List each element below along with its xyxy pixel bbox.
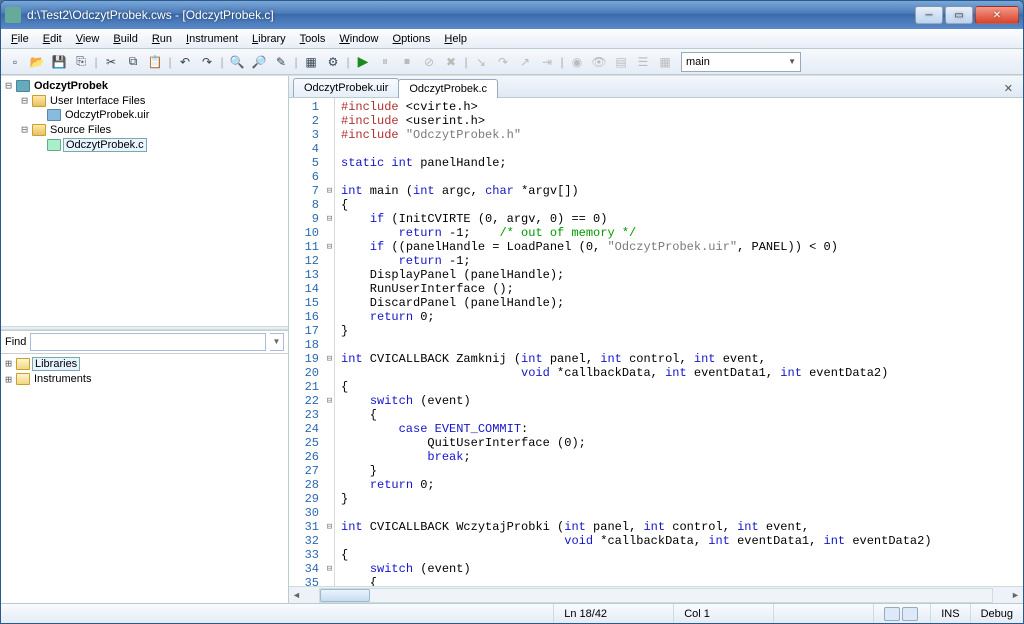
separator: | xyxy=(559,52,565,72)
find-row: Find ▼ xyxy=(1,330,288,353)
menu-help[interactable]: Help xyxy=(438,31,473,47)
tree-src-folder[interactable]: ⊟Source Files xyxy=(3,122,286,137)
status-line: Ln 18/42 xyxy=(553,604,673,623)
variables-icon[interactable]: ▤ xyxy=(611,52,631,72)
line-gutter: 1234567891011121314151617181920212223242… xyxy=(289,98,325,586)
menu-build[interactable]: Build xyxy=(107,31,143,47)
editor-tabs: OdczytProbek.uir OdczytProbek.c ✕ xyxy=(289,76,1023,98)
menu-tools[interactable]: Tools xyxy=(294,31,332,47)
chevron-down-icon: ▼ xyxy=(788,57,796,66)
menu-view[interactable]: View xyxy=(70,31,106,47)
separator: | xyxy=(293,52,299,72)
save-icon[interactable]: 💾 xyxy=(49,52,69,72)
cut-icon[interactable]: ✂ xyxy=(101,52,121,72)
tree-libraries[interactable]: ⊞Libraries xyxy=(3,356,286,372)
saveall-icon[interactable]: ⎘ xyxy=(71,52,91,72)
status-mode[interactable]: Debug xyxy=(970,604,1023,623)
project-tree[interactable]: ⊟OdczytProbek ⊟User Interface Files Odcz… xyxy=(1,76,288,326)
tree-c-file[interactable]: OdczytProbek.c xyxy=(3,137,286,153)
tab-uir[interactable]: OdczytProbek.uir xyxy=(293,78,399,97)
open-icon[interactable]: 📂 xyxy=(27,52,47,72)
code-area[interactable]: #include <cvirte.h>#include <userint.h>#… xyxy=(335,98,1023,586)
findnext-icon[interactable]: 🔎 xyxy=(249,52,269,72)
run-icon[interactable]: ▶ xyxy=(353,52,373,72)
redo-icon[interactable]: ↷ xyxy=(197,52,217,72)
titlebar[interactable]: d:\Test2\OdczytProbek.cws - [OdczytProbe… xyxy=(1,1,1023,29)
scroll-right-icon[interactable]: ► xyxy=(1008,590,1023,600)
tab-c[interactable]: OdczytProbek.c xyxy=(398,79,498,98)
build-icon[interactable]: ▦ xyxy=(301,52,321,72)
new-icon[interactable]: ▫ xyxy=(5,52,25,72)
paste-icon[interactable]: 📋 xyxy=(145,52,165,72)
horizontal-scrollbar[interactable]: ◄ ► xyxy=(289,586,1023,603)
stepout-icon[interactable]: ↗ xyxy=(515,52,535,72)
tree-instruments[interactable]: ⊞Instruments xyxy=(3,372,286,387)
undo-icon[interactable]: ↶ xyxy=(175,52,195,72)
fold-column[interactable]: ⊟⊟⊟⊟⊟⊟⊟ xyxy=(325,98,335,586)
find-icon[interactable]: 🔍 xyxy=(227,52,247,72)
breakpoint-icon[interactable]: ◉ xyxy=(567,52,587,72)
app-icon xyxy=(5,7,21,23)
separator: | xyxy=(167,52,173,72)
maximize-button[interactable]: ▭ xyxy=(945,6,973,24)
window-title: d:\Test2\OdczytProbek.cws - [OdczytProbe… xyxy=(27,8,915,22)
editor-panel: OdczytProbek.uir OdczytProbek.c ✕ 123456… xyxy=(289,76,1023,603)
separator: | xyxy=(345,52,351,72)
separator: | xyxy=(93,52,99,72)
find-input[interactable] xyxy=(30,333,266,351)
terminate-icon[interactable]: ✖ xyxy=(441,52,461,72)
toolbar: ▫ 📂 💾 ⎘ | ✂ ⧉ 📋 | ↶ ↷ | 🔍 🔎 ✎ | ▦ ⚙ | ▶ … xyxy=(1,49,1023,75)
library-tree[interactable]: ⊞Libraries ⊞Instruments xyxy=(1,353,288,604)
close-button[interactable]: ✕ xyxy=(975,6,1019,24)
copy-icon[interactable]: ⧉ xyxy=(123,52,143,72)
abort-icon[interactable]: ⊘ xyxy=(419,52,439,72)
bookmark-icon[interactable]: ✎ xyxy=(271,52,291,72)
tree-uir-file[interactable]: OdczytProbek.uir xyxy=(3,108,286,122)
menu-options[interactable]: Options xyxy=(387,31,437,47)
menu-instrument[interactable]: Instrument xyxy=(180,31,244,47)
menu-library[interactable]: Library xyxy=(246,31,292,47)
status-bar: Ln 18/42 Col 1 INS Debug xyxy=(1,603,1023,623)
function-combo-value: main xyxy=(686,56,710,68)
pause-icon[interactable]: ⏸ xyxy=(375,52,395,72)
scroll-thumb[interactable] xyxy=(320,589,370,602)
function-combo[interactable]: main ▼ xyxy=(681,52,801,72)
menu-run[interactable]: Run xyxy=(146,31,178,47)
stepinto-icon[interactable]: ↘ xyxy=(471,52,491,72)
menu-edit[interactable]: Edit xyxy=(37,31,68,47)
status-col: Col 1 xyxy=(673,604,773,623)
watch-icon[interactable]: 👁 xyxy=(589,52,609,72)
minimize-button[interactable]: ─ xyxy=(915,6,943,24)
app-window: d:\Test2\OdczytProbek.cws - [OdczytProbe… xyxy=(0,0,1024,624)
menu-window[interactable]: Window xyxy=(333,31,384,47)
status-icons[interactable] xyxy=(873,604,930,623)
scroll-track[interactable] xyxy=(319,588,993,603)
stepover-icon[interactable]: ↷ xyxy=(493,52,513,72)
left-panel: ⊟OdczytProbek ⊟User Interface Files Odcz… xyxy=(1,76,289,603)
compile-icon[interactable]: ⚙ xyxy=(323,52,343,72)
code-editor[interactable]: 1234567891011121314151617181920212223242… xyxy=(289,98,1023,586)
separator: | xyxy=(219,52,225,72)
tree-uif-folder[interactable]: ⊟User Interface Files xyxy=(3,93,286,108)
stop-icon[interactable]: ⏹ xyxy=(397,52,417,72)
menu-file[interactable]: File xyxy=(5,31,35,47)
separator: | xyxy=(463,52,469,72)
runtocursor-icon[interactable]: ⇥ xyxy=(537,52,557,72)
find-label: Find xyxy=(5,336,26,348)
scroll-left-icon[interactable]: ◄ xyxy=(289,590,304,600)
tree-root[interactable]: ⊟OdczytProbek xyxy=(3,78,286,93)
stack-icon[interactable]: ☰ xyxy=(633,52,653,72)
menu-bar: File Edit View Build Run Instrument Libr… xyxy=(1,29,1023,49)
tab-close-icon[interactable]: ✕ xyxy=(998,80,1019,97)
status-ins[interactable]: INS xyxy=(930,604,969,623)
find-dropdown-icon[interactable]: ▼ xyxy=(270,333,284,351)
memory-icon[interactable]: ▦ xyxy=(655,52,675,72)
